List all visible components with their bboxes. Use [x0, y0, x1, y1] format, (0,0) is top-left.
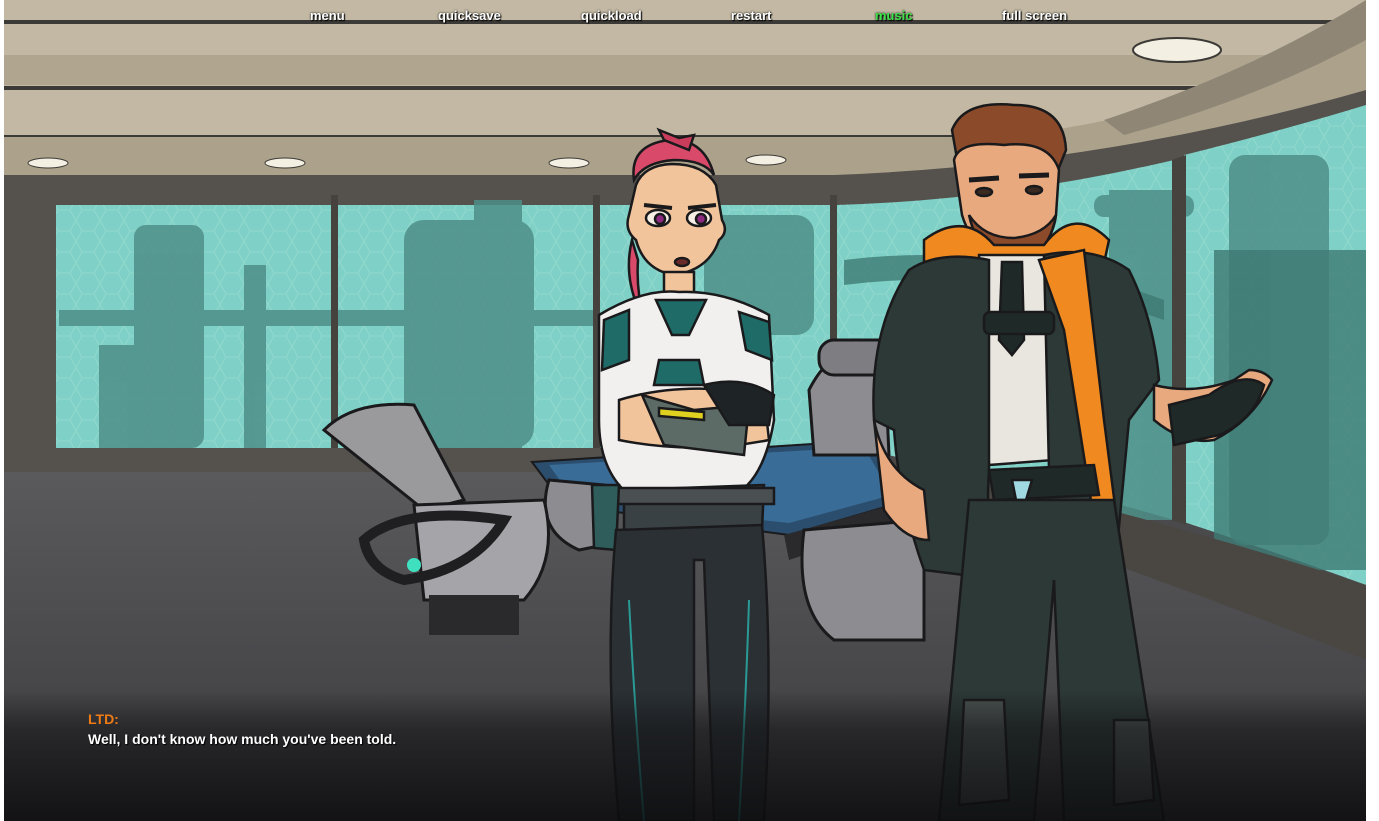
- music-toggle-button[interactable]: music: [875, 8, 913, 23]
- ceiling-light: [1132, 37, 1222, 63]
- speaker-name: LTD:: [88, 711, 119, 727]
- game-viewport[interactable]: menu quicksave quickload restart music f…: [4, 0, 1366, 821]
- menu-button[interactable]: menu: [310, 8, 345, 23]
- full-screen-button[interactable]: full screen: [1002, 8, 1067, 23]
- ceiling-light: [264, 157, 306, 169]
- ceiling-light: [27, 157, 69, 169]
- quickload-button[interactable]: quickload: [581, 8, 642, 23]
- quick-menu-bar: menu quicksave quickload restart music f…: [4, 0, 1366, 34]
- ceiling-light: [548, 157, 590, 169]
- restart-button[interactable]: restart: [731, 8, 771, 23]
- ceiling-light: [745, 154, 787, 166]
- dialogue-box[interactable]: LTD: Well, I don't know how much you've …: [4, 690, 1366, 821]
- console-base: [800, 518, 926, 642]
- dialogue-text: Well, I don't know how much you've been …: [88, 731, 397, 747]
- quicksave-button[interactable]: quicksave: [438, 8, 501, 23]
